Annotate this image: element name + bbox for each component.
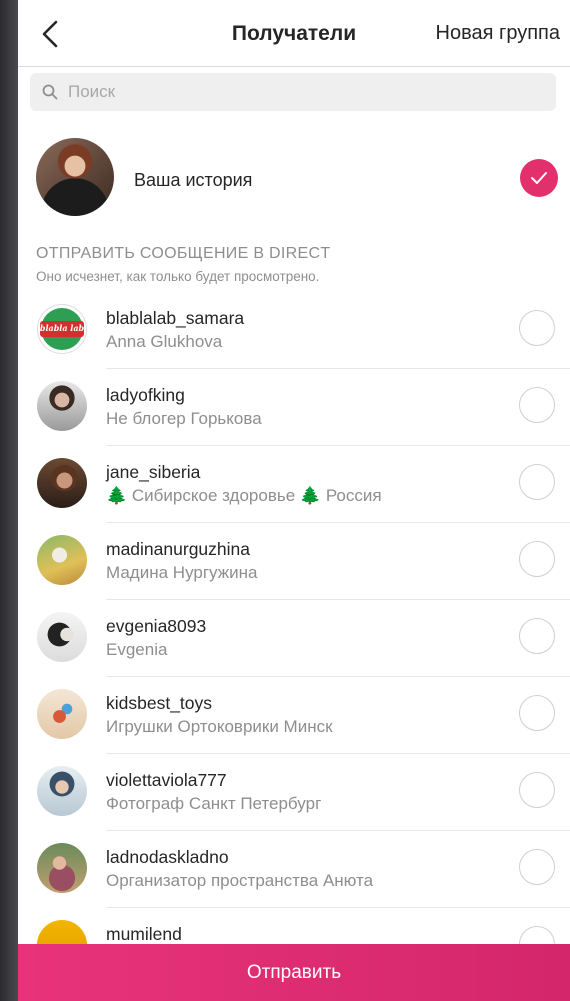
avatar (37, 535, 87, 585)
story-select-checkbox[interactable] (520, 159, 558, 197)
select-checkbox[interactable] (519, 849, 555, 885)
full-name: Evgenia (106, 640, 168, 659)
avatar-logo-text: blabla lab (39, 323, 85, 333)
recipient-list: blabla lab blablalab_samara Anna Glukhov… (18, 292, 570, 985)
avatar (37, 843, 87, 893)
search-icon (42, 84, 58, 100)
username: mumilend (106, 924, 182, 944)
full-name: Организатор пространства Анюта (106, 871, 374, 890)
username: evgenia8093 (106, 616, 207, 636)
your-story-row[interactable]: Ваша история (18, 136, 570, 220)
send-button[interactable]: Отправить (18, 944, 570, 1001)
check-icon (531, 172, 547, 184)
full-name: Не блогер Горькова (106, 409, 262, 428)
full-name: Игрушки Ортоковрики Минск (106, 717, 333, 736)
list-item[interactable]: ladyofking Не блогер Горькова (18, 369, 570, 446)
select-checkbox[interactable] (519, 541, 555, 577)
avatar: blabla lab (37, 304, 87, 354)
full-name: Anna Glukhova (106, 332, 223, 351)
select-checkbox[interactable] (519, 772, 555, 808)
avatar (36, 138, 114, 216)
tree-icon: 🌲 (299, 486, 322, 505)
avatar (37, 612, 87, 662)
full-name: Мадина Нургужина (106, 563, 258, 582)
select-checkbox[interactable] (519, 695, 555, 731)
select-checkbox[interactable] (519, 310, 555, 346)
recipients-screen: Получатели Новая группа Ваша история ОТП… (18, 0, 570, 1001)
full-name-text: Сибирское здоровье (131, 486, 296, 505)
list-item[interactable]: ladnodaskladno Организатор пространства … (18, 831, 570, 908)
avatar (37, 689, 87, 739)
full-name: Фотограф Санкт Петербург (106, 794, 322, 813)
list-item[interactable]: evgenia8093 Evgenia (18, 600, 570, 677)
list-item[interactable]: jane_siberia 🌲 Сибирское здоровье 🌲 Росс… (18, 446, 570, 523)
username: kidsbest_toys (106, 693, 213, 713)
send-button-label: Отправить (246, 961, 342, 983)
full-name: 🌲 Сибирское здоровье 🌲 Россия (106, 486, 382, 506)
avatar (37, 381, 87, 431)
username: violettaviola777 (106, 770, 227, 790)
avatar (37, 458, 87, 508)
device-edge (0, 0, 18, 1001)
list-item[interactable]: kidsbest_toys Игрушки Ортоковрики Минск (18, 677, 570, 754)
search-input[interactable] (66, 81, 540, 103)
full-name-suffix: Россия (325, 486, 382, 505)
list-item[interactable]: madinanurguzhina Мадина Нургужина (18, 523, 570, 600)
select-checkbox[interactable] (519, 618, 555, 654)
list-item[interactable]: violettaviola777 Фотограф Санкт Петербур… (18, 754, 570, 831)
top-bar: Получатели Новая группа (18, 0, 570, 67)
section-title: ОТПРАВИТЬ СООБЩЕНИЕ В DIRECT (36, 245, 331, 262)
username: jane_siberia (106, 462, 201, 482)
section-subtitle: Оно исчезнет, как только будет просмотре… (36, 269, 320, 284)
new-group-button[interactable]: Новая группа (436, 22, 560, 45)
list-item[interactable]: blabla lab blablalab_samara Anna Glukhov… (18, 292, 570, 369)
select-checkbox[interactable] (519, 464, 555, 500)
username: ladnodaskladno (106, 847, 229, 867)
username: ladyofking (106, 385, 185, 405)
your-story-label: Ваша история (134, 170, 253, 190)
username: blablalab_samara (106, 308, 245, 328)
search-bar[interactable] (30, 73, 556, 111)
tree-icon: 🌲 (106, 486, 128, 505)
select-checkbox[interactable] (519, 387, 555, 423)
avatar (37, 766, 87, 816)
username: madinanurguzhina (106, 539, 250, 559)
